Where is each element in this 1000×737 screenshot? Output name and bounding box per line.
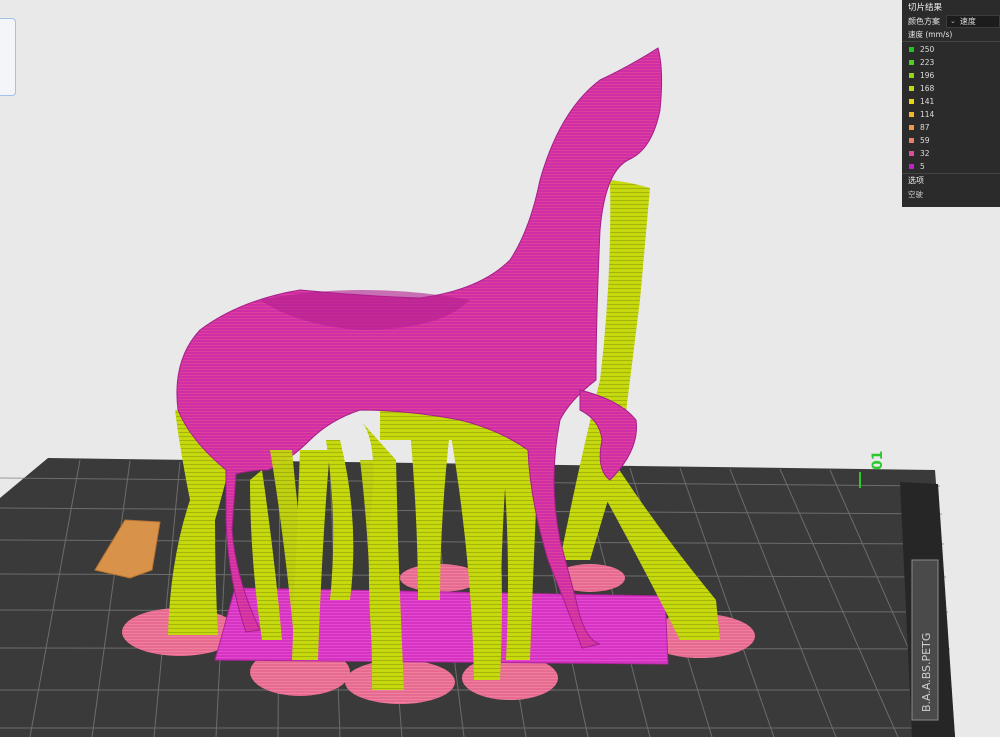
legend-swatch — [909, 73, 914, 78]
view-toolbar-button[interactable] — [0, 18, 16, 96]
color-scheme-dropdown[interactable]: ⌄ 速度 — [946, 14, 1000, 28]
chevron-down-icon: ⌄ — [950, 17, 956, 25]
divider — [902, 41, 1000, 42]
legend-value: 168 — [920, 84, 935, 93]
legend-value: 87 — [920, 123, 930, 132]
options-label: 选项 — [902, 173, 1000, 188]
legend-value: 5 — [920, 162, 925, 171]
legend-row: 5 — [902, 160, 1000, 173]
option-travel[interactable]: 空驶 — [902, 188, 1000, 201]
slice-result-panel: 切片结果 颜色方案 ⌄ 速度 速度 (mm/s) 250 223 196 168 141… — [902, 0, 1000, 207]
legend-swatch — [909, 164, 914, 169]
legend-swatch — [909, 86, 914, 91]
legend-swatch — [909, 47, 914, 52]
legend-value: 141 — [920, 97, 935, 106]
legend-row: 114 — [902, 108, 1000, 121]
legend-swatch — [909, 112, 914, 117]
legend-swatch — [909, 151, 914, 156]
legend-value: 32 — [920, 149, 930, 158]
raft — [214, 587, 669, 665]
legend-row: 168 — [902, 82, 1000, 95]
legend-value: 196 — [920, 71, 935, 80]
legend-row: 59 — [902, 134, 1000, 147]
legend-row: 141 — [902, 95, 1000, 108]
legend-swatch — [909, 60, 914, 65]
legend-swatch — [909, 99, 914, 104]
legend-value: 223 — [920, 58, 935, 67]
panel-title: 切片结果 — [908, 3, 943, 13]
legend-swatch — [909, 138, 914, 143]
speed-legend-header: 速度 (mm/s) — [908, 30, 953, 39]
legend-value: 114 — [920, 110, 935, 119]
legend-row: 196 — [902, 69, 1000, 82]
legend-row: 32 — [902, 147, 1000, 160]
legend-swatch — [909, 125, 914, 130]
3d-viewport[interactable]: B.A.A.BS.PETG 01 — [0, 0, 1000, 737]
legend-value: 59 — [920, 136, 930, 145]
plate-label: B.A.A.BS.PETG — [920, 633, 933, 712]
color-scheme-label: 颜色方案 — [908, 16, 940, 26]
plate-number: 01 — [870, 451, 886, 470]
legend-row: 250 — [902, 43, 1000, 56]
color-scheme-value: 速度 — [959, 16, 976, 26]
legend-row: 223 — [902, 56, 1000, 69]
color-scheme-row: 颜色方案 ⌄ 速度 — [902, 14, 1000, 28]
legend-value: 250 — [920, 45, 935, 54]
speed-legend: 250 223 196 168 141 114 87 59 32 5 — [902, 43, 1000, 173]
legend-row: 87 — [902, 121, 1000, 134]
